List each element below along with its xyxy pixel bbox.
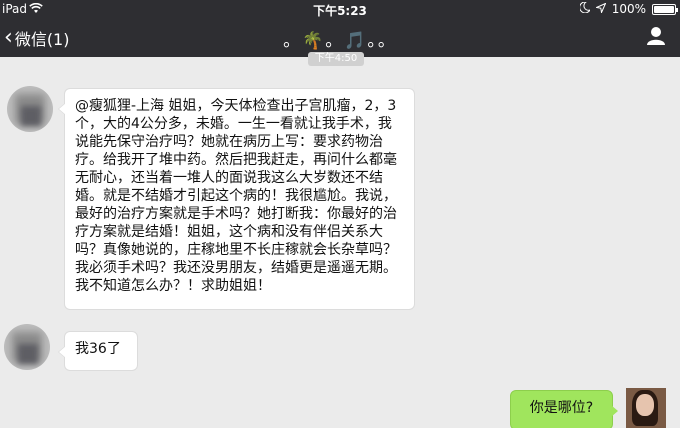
avatar[interactable] bbox=[7, 86, 53, 132]
battery-percent: 100% bbox=[611, 2, 646, 16]
message-bubble-left[interactable]: @瘦狐狸-上海 姐姐，今天体检查出子宫肌瘤，2，3个，大的4公分多，未婚。一生一… bbox=[58, 88, 415, 310]
status-time: 下午5:23 bbox=[313, 4, 367, 18]
message-text: 你是哪位? bbox=[529, 400, 594, 416]
person-icon bbox=[647, 27, 665, 45]
message-text: @瘦狐狸-上海 姐姐，今天体检查出子宫肌瘤，2，3个，大的4公分多，未婚。一生一… bbox=[75, 98, 397, 294]
message-bubble-right[interactable]: 你是哪位? bbox=[510, 390, 618, 428]
status-right: 100% bbox=[578, 1, 678, 16]
chat-title: 。🌴。🎵。。 bbox=[283, 31, 397, 51]
status-bar: iPad 下午5:23 100% bbox=[0, 0, 680, 18]
top-bar: iPad 下午5:23 100% ‹ 微信(1) 。🌴。🎵。。 bbox=[0, 0, 680, 57]
avatar[interactable] bbox=[4, 324, 50, 370]
message-bubble-left[interactable]: 我36了 bbox=[58, 331, 138, 371]
battery-icon bbox=[652, 3, 678, 15]
my-avatar[interactable] bbox=[626, 388, 666, 428]
moon-icon bbox=[578, 1, 591, 16]
location-icon bbox=[594, 2, 607, 16]
profile-button[interactable] bbox=[646, 26, 666, 46]
message-text: 我36了 bbox=[75, 341, 121, 357]
timestamp-chip: 下午4:50 bbox=[308, 52, 364, 66]
